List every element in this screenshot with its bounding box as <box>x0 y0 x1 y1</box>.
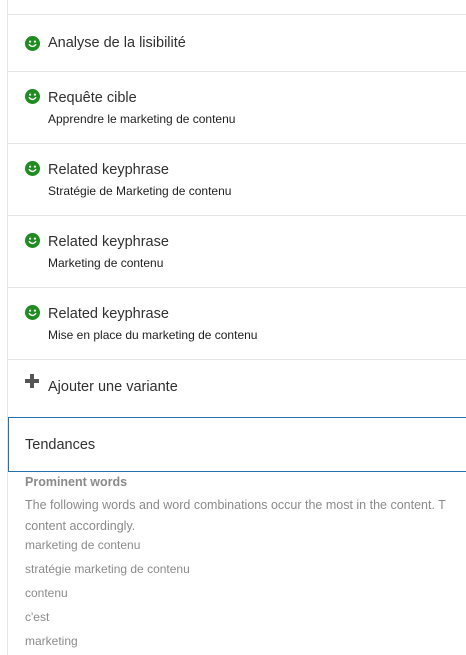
readability-analysis-row[interactable]: Analyse de la lisibilité <box>8 15 466 72</box>
section-divider <box>8 0 466 15</box>
smiley-good-icon <box>25 89 40 104</box>
related-keyphrase-value: Stratégie de Marketing de contenu <box>48 184 232 198</box>
prominent-word-item: marketing de contenu <box>25 538 141 552</box>
related-keyphrase-row[interactable]: Related keyphrase Mise en place du marke… <box>8 288 466 360</box>
insights-toggle-button[interactable]: Tendances <box>8 417 466 472</box>
related-keyphrase-title: Related keyphrase <box>48 234 169 250</box>
related-keyphrase-row[interactable]: Related keyphrase Stratégie de Marketing… <box>8 144 466 216</box>
prominent-words-description-line: content accordingly. <box>25 519 136 533</box>
related-keyphrase-row[interactable]: Related keyphrase Marketing de contenu <box>8 216 466 288</box>
smiley-good-icon <box>25 233 40 248</box>
related-keyphrase-title: Related keyphrase <box>48 162 169 178</box>
prominent-word-item: marketing <box>25 634 78 648</box>
plus-icon <box>25 374 39 388</box>
prominent-word-item: contenu <box>25 586 68 600</box>
insights-title: Tendances <box>25 437 96 453</box>
focus-keyphrase-value: Apprendre le marketing de contenu <box>48 112 236 126</box>
smiley-good-icon <box>25 161 40 176</box>
readability-title: Analyse de la lisibilité <box>48 35 186 51</box>
smiley-good-icon <box>25 305 40 320</box>
seo-sidebar-panel: Analyse de la lisibilité Requête cible A… <box>7 0 466 655</box>
prominent-words-description: The following words and word combination… <box>25 495 466 537</box>
prominent-word-item: stratégie marketing de contenu <box>25 562 190 576</box>
prominent-words-heading: Prominent words <box>25 475 128 489</box>
prominent-word-item: c'est <box>25 610 50 624</box>
add-variant-label[interactable]: Ajouter une variante <box>48 379 178 395</box>
smiley-good-icon <box>25 36 40 51</box>
related-keyphrase-value: Marketing de contenu <box>48 256 164 270</box>
prominent-words-description-line: The following words and word combination… <box>25 498 446 512</box>
focus-keyphrase-row[interactable]: Requête cible Apprendre le marketing de … <box>8 72 466 144</box>
focus-keyphrase-title: Requête cible <box>48 90 137 106</box>
related-keyphrase-title: Related keyphrase <box>48 306 169 322</box>
related-keyphrase-value: Mise en place du marketing de contenu <box>48 328 258 342</box>
